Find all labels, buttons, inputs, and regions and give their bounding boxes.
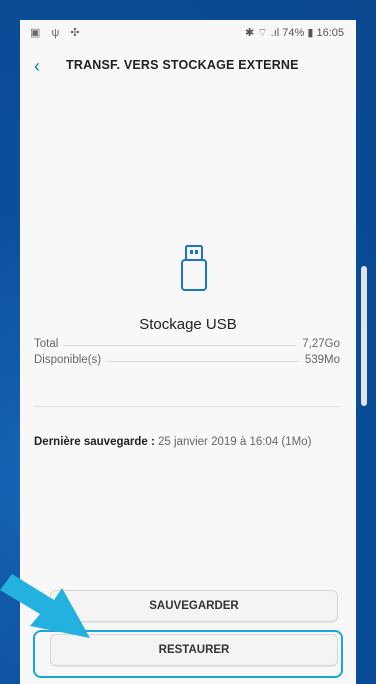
pointer-arrow-icon <box>0 574 90 638</box>
usb-drive-icon <box>181 245 207 291</box>
back-icon[interactable]: ‹ <box>34 56 54 76</box>
page-title: TRANSF. VERS STOCKAGE EXTERNE <box>66 58 299 72</box>
available-row: Disponible(s) 539Mo <box>34 354 340 370</box>
title-bar: ‹ TRANSF. VERS STOCKAGE EXTERNE <box>20 50 356 80</box>
device-name: Stockage USB <box>139 316 237 333</box>
last-backup-label: Dernière sauvegarde : <box>34 436 155 448</box>
status-bar: ▣ ψ ✣ ✱ ⌔ .ıl 74% ▮ 16:05 <box>20 20 356 46</box>
available-label: Disponible(s) <box>34 354 108 366</box>
scrollbar[interactable] <box>361 266 367 406</box>
total-label: Total <box>34 338 65 350</box>
divider <box>34 406 340 407</box>
available-value: 539Mo <box>298 354 340 366</box>
row-leader-line <box>34 345 340 346</box>
notification-icons: ▣ ψ ✣ <box>30 27 84 39</box>
total-row: Total 7,27Go <box>34 338 340 354</box>
last-backup-value: 25 janvier 2019 à 16:04 (1Mo) <box>158 436 312 448</box>
last-backup: Dernière sauvegarde : 25 janvier 2019 à … <box>34 436 311 448</box>
status-right: ✱ ⌔ .ıl 74% ▮ 16:05 <box>245 27 344 39</box>
total-value: 7,27Go <box>296 338 340 350</box>
